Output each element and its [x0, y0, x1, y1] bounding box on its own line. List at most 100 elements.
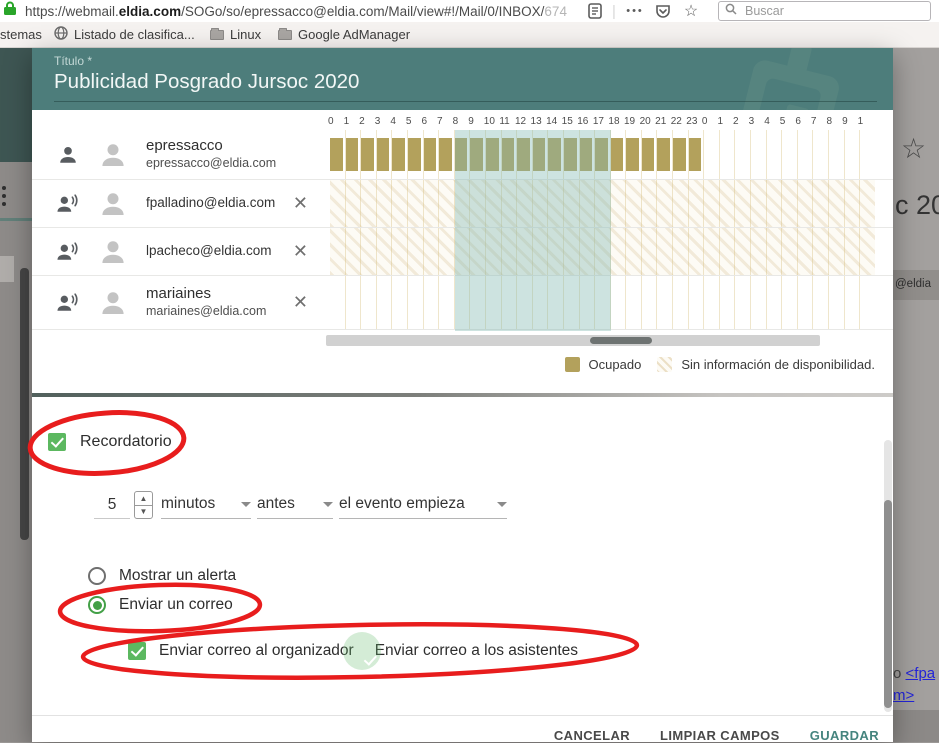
remove-attendee-icon[interactable]: ✕ — [293, 193, 308, 214]
reminder-section: Recordatorio 5 ▲ ▼ minutos antes el even… — [32, 397, 893, 715]
freebusy-cell — [407, 130, 423, 179]
hour-label: 2 — [733, 116, 749, 127]
hour-label: 4 — [390, 116, 406, 127]
save-button[interactable]: GUARDAR — [810, 728, 879, 742]
freebusy-cell — [703, 228, 719, 275]
remove-attendee-icon[interactable]: ✕ — [293, 292, 308, 313]
bookmark-item[interactable]: stemas — [0, 22, 42, 47]
no-info-swatch — [657, 357, 672, 372]
hour-label: 1 — [717, 116, 733, 127]
hour-label: 6 — [795, 116, 811, 127]
scrollbar-thumb[interactable] — [590, 337, 652, 344]
freebusy-cell — [454, 228, 470, 275]
overflow-dots-icon[interactable]: ••• — [622, 0, 648, 22]
freebusy-cell — [579, 276, 595, 329]
stepper-up-icon[interactable]: ▲ — [135, 492, 152, 505]
reminder-relation-select[interactable]: antes — [257, 495, 333, 519]
freebusy-cell — [532, 228, 548, 275]
reminder-amount-input[interactable]: 5 — [94, 496, 130, 519]
freebusy-cell — [859, 276, 875, 329]
reader-mode-icon[interactable] — [585, 0, 605, 22]
attendee-name: epressacco — [146, 137, 276, 156]
freebusy-cell — [563, 228, 579, 275]
voice-over-icon — [56, 241, 80, 263]
freebusy-cell — [485, 228, 501, 275]
freebusy-horizontal-scrollbar[interactable] — [326, 335, 820, 346]
busy-block — [611, 138, 624, 171]
freebusy-cell — [563, 130, 579, 179]
busy-swatch — [565, 357, 580, 372]
bookmarks-bar: stemas Listado de clasifica... Linux Goo… — [0, 22, 939, 48]
attendee-identity: fpalladino@eldia.com — [146, 195, 275, 212]
hour-label: 14 — [546, 116, 562, 127]
search-input[interactable] — [743, 3, 903, 19]
radio-show-alert[interactable] — [88, 567, 106, 585]
freebusy-cell — [750, 180, 766, 227]
radio-show-alert-label: Mostrar un alerta — [119, 567, 236, 585]
freebusy-cell — [656, 130, 672, 179]
chevron-down-icon — [241, 502, 251, 507]
freebusy-cell — [469, 130, 485, 179]
freebusy-cell — [391, 276, 407, 329]
radio-send-email-label: Enviar un correo — [119, 596, 233, 614]
url-text[interactable]: https://webmail.eldia.com/SOGo/so/epress… — [25, 4, 567, 19]
freebusy-cell — [781, 276, 797, 329]
freebusy-cell — [812, 228, 828, 275]
reminder-reference-select[interactable]: el evento empieza — [339, 495, 507, 519]
freebusy-cell — [812, 180, 828, 227]
freebusy-cell — [766, 228, 782, 275]
freebusy-cell — [610, 130, 626, 179]
radio-send-email[interactable] — [88, 596, 106, 614]
freebusy-cell — [594, 130, 610, 179]
cancel-button[interactable]: CANCELAR — [554, 728, 630, 742]
freebusy-cell — [641, 228, 657, 275]
clear-fields-button[interactable]: LIMPIAR CAMPOS — [660, 728, 780, 742]
reminder-unit-select[interactable]: minutos — [161, 495, 251, 519]
bookmark-item[interactable]: Google AdManager — [278, 22, 410, 47]
stepper-down-icon[interactable]: ▼ — [135, 505, 152, 519]
freebusy-cell — [797, 276, 813, 329]
hour-label: 5 — [780, 116, 796, 127]
remove-attendee-icon[interactable]: ✕ — [293, 241, 308, 262]
search-box[interactable] — [718, 1, 931, 21]
freebusy-legend: Ocupado Sin información de disponibilida… — [565, 357, 875, 372]
freebusy-cell — [734, 228, 750, 275]
legend-noinfo-label: Sin información de disponibilidad. — [681, 357, 875, 372]
freebusy-cell — [719, 228, 735, 275]
freebusy-cell — [579, 228, 595, 275]
scrollbar-thumb[interactable] — [884, 500, 892, 708]
attendee-email: lpacheco@eldia.com — [146, 243, 272, 260]
freebusy-cell — [547, 130, 563, 179]
bookmark-star-icon[interactable]: ☆ — [680, 0, 702, 22]
amount-stepper[interactable]: ▲ ▼ — [134, 491, 153, 519]
search-icon — [725, 2, 737, 20]
bookmark-item[interactable]: Listado de clasifica... — [54, 22, 195, 47]
freebusy-cell — [828, 180, 844, 227]
freebusy-cell — [719, 276, 735, 329]
freebusy-cell — [641, 130, 657, 179]
freebusy-cell — [688, 180, 704, 227]
freebusy-cell — [812, 130, 828, 179]
freebusy-cell — [516, 130, 532, 179]
email-organizer-checkbox[interactable] — [128, 642, 146, 660]
freebusy-cell — [563, 276, 579, 329]
freebusy-cell — [579, 130, 595, 179]
freebusy-cell — [812, 276, 828, 329]
bookmark-item[interactable]: Linux — [210, 22, 261, 47]
folder-icon — [210, 30, 224, 40]
freebusy-cell — [563, 180, 579, 227]
event-title-input[interactable]: Publicidad Posgrado Jursoc 2020 — [54, 70, 359, 94]
freebusy-track — [330, 228, 875, 275]
avatar-icon — [98, 140, 128, 170]
voice-over-icon — [56, 292, 80, 314]
attendee-row: lpacheco@eldia.com ✕ — [32, 228, 893, 276]
hour-label: 21 — [655, 116, 671, 127]
freebusy-cell — [407, 228, 423, 275]
hour-label: 18 — [608, 116, 624, 127]
reminder-vertical-scrollbar[interactable] — [884, 440, 892, 712]
hour-label: 3 — [375, 116, 391, 127]
browser-url-bar[interactable]: https://webmail.eldia.com/SOGo/so/epress… — [0, 0, 939, 22]
pocket-icon[interactable] — [652, 0, 674, 22]
freebusy-cell — [485, 276, 501, 329]
reminder-checkbox[interactable] — [48, 433, 66, 451]
